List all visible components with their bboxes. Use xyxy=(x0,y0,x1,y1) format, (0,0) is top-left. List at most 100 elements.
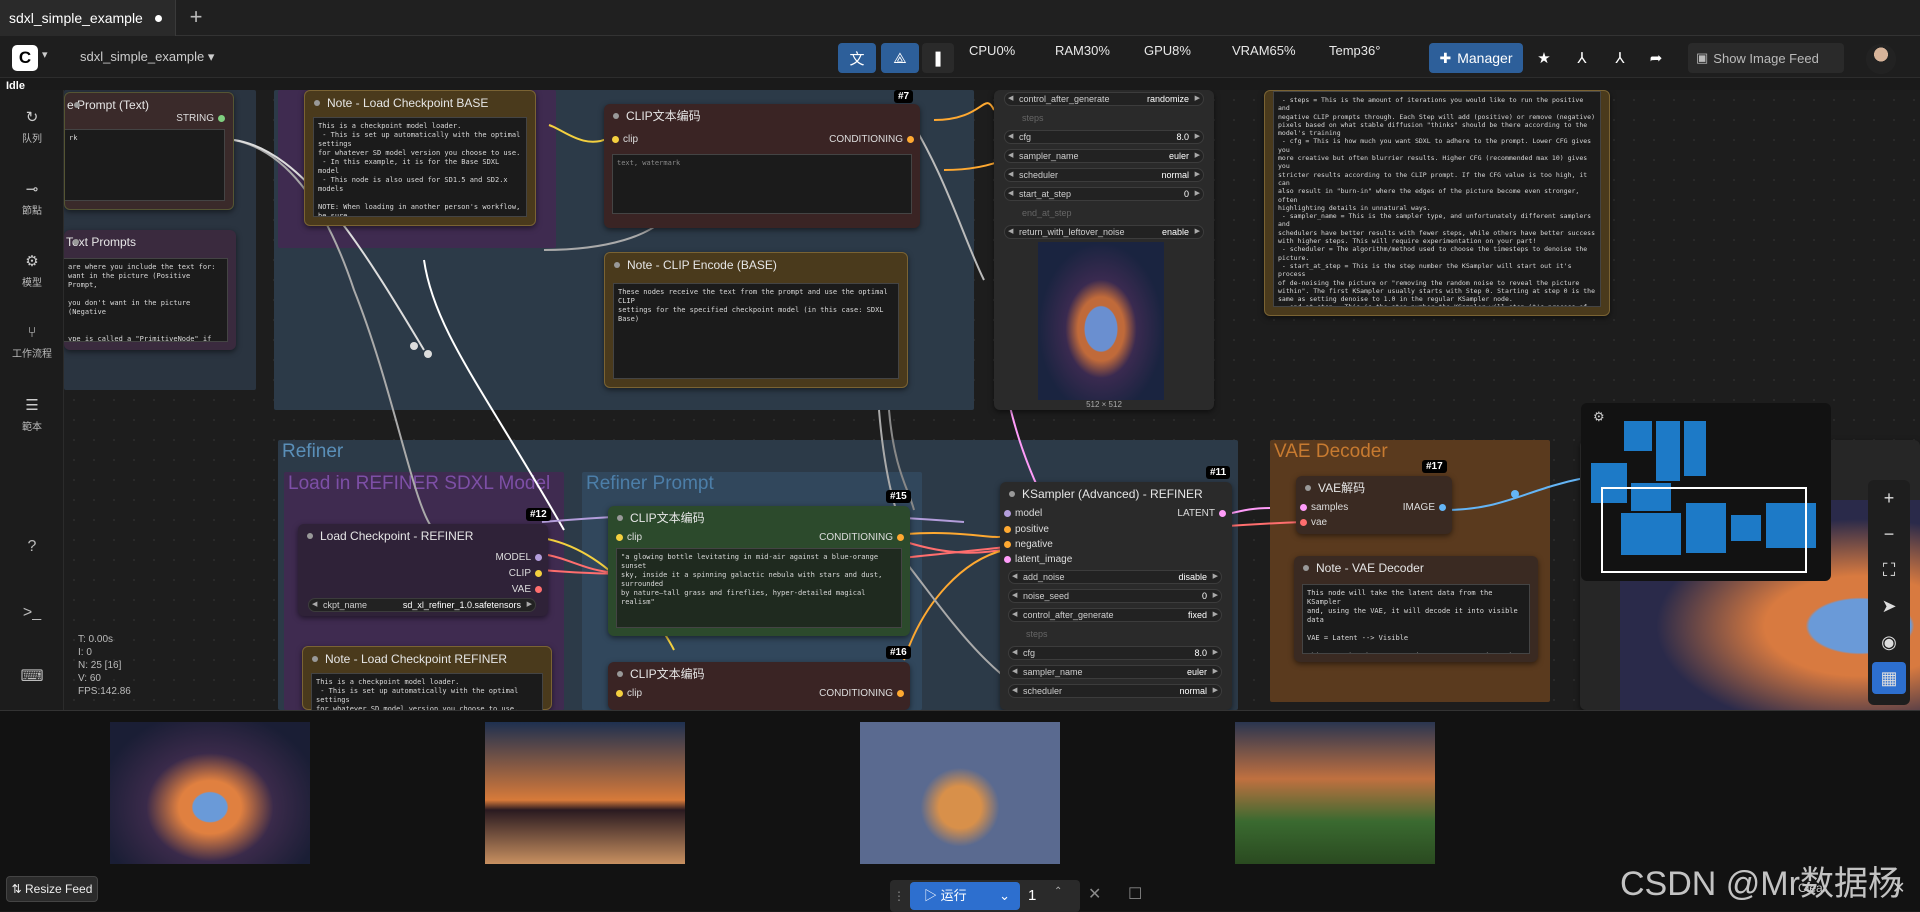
load-checkpoint-refiner[interactable]: Load Checkpoint - REFINER MODEL CLIP VAE… xyxy=(298,524,548,616)
stop-icon[interactable]: ☐ xyxy=(1128,884,1142,904)
translate-icon[interactable]: 文 xyxy=(838,43,876,73)
input-clip[interactable]: clip xyxy=(608,134,638,145)
graph-icon[interactable]: ⟁ xyxy=(881,43,919,73)
run-button[interactable]: ▷ 运行 ⌄ xyxy=(910,882,1020,910)
vae-decode-node[interactable]: VAE解码 samples vae IMAGE xyxy=(1296,476,1452,534)
lambda-icon[interactable]: ⅄ xyxy=(1566,43,1598,73)
input-samples[interactable]: samples xyxy=(1296,502,1348,513)
drag-handle-icon[interactable]: ⋮ xyxy=(890,880,908,912)
keyboard-icon[interactable]: ⌨ xyxy=(0,666,64,686)
comfy-logo[interactable]: C xyxy=(12,45,38,71)
output-conditioning[interactable]: CONDITIONING xyxy=(819,688,908,699)
zoom-in-icon[interactable]: + xyxy=(1872,482,1906,514)
minimap-viewport[interactable] xyxy=(1601,487,1807,573)
note-checkpoint-refiner[interactable]: Note - Load Checkpoint REFINER This is a… xyxy=(302,646,552,710)
chevron-down-icon[interactable]: ⌄ xyxy=(999,882,1010,910)
note-vae-decoder[interactable]: Note - VAE Decoder This node will take t… xyxy=(1294,556,1538,662)
lambda-alt-icon[interactable]: ⅄ xyxy=(1604,43,1636,73)
control-after-generate-widget[interactable]: control_after_generate fixed xyxy=(1008,608,1222,622)
feed-thumbnail[interactable] xyxy=(1235,722,1435,864)
output-model[interactable]: MODEL xyxy=(495,552,546,563)
graph-canvas[interactable]: Refiner Load in REFINER SDXL Model Refin… xyxy=(64,90,1920,710)
output-conditioning[interactable]: CONDITIONING xyxy=(829,134,918,145)
ksampler-base[interactable]: control_after_generate randomize steps cf… xyxy=(994,90,1214,410)
eye-icon[interactable]: ◉ xyxy=(1872,626,1906,658)
input-model[interactable]: model xyxy=(1000,508,1042,519)
minimap[interactable]: ⚙ xyxy=(1581,403,1831,581)
sidebar-item-templates[interactable]: ☰ 範本 xyxy=(0,396,64,433)
note-text[interactable]: This is a checkpoint model loader. - Thi… xyxy=(311,673,543,710)
workflow-name-menu[interactable]: sdxl_simple_example ▾ xyxy=(80,49,214,65)
input-latent-image[interactable]: latent_image xyxy=(1000,554,1072,565)
sidebar-item-workflows[interactable]: ⑂ 工作流程 xyxy=(0,324,64,360)
new-tab-button[interactable]: + xyxy=(184,6,208,30)
feed-thumbnail[interactable] xyxy=(485,722,685,864)
show-image-feed-button[interactable]: ▣ Show Image Feed xyxy=(1688,43,1844,73)
feed-thumbnail[interactable] xyxy=(110,722,310,864)
clip-text-encode-refiner-positive[interactable]: CLIP文本编码 clip CONDITIONING "a glowing bo… xyxy=(608,506,910,636)
clip-textarea[interactable]: "a glowing bottle levitating in mid-air … xyxy=(616,548,902,628)
minimap-toggle-icon[interactable]: ▦ xyxy=(1872,662,1906,694)
share-icon[interactable]: ➦ xyxy=(1640,43,1672,73)
clip-text-encode-refiner-negative[interactable]: CLIP文本编码 clip CONDITIONING xyxy=(608,662,910,710)
output-latent[interactable]: LATENT xyxy=(1177,508,1230,519)
note-text[interactable]: - steps = This is the amount of iteratio… xyxy=(1273,91,1601,307)
input-clip[interactable]: clip xyxy=(612,688,642,699)
output-conditioning[interactable]: CONDITIONING xyxy=(819,532,908,543)
chevron-down-icon[interactable]: ▾ xyxy=(42,48,48,61)
output-clip[interactable]: CLIP xyxy=(509,568,546,579)
terminal-icon[interactable]: >_ xyxy=(0,604,64,622)
sidebar-item-models[interactable]: ⚙ 模型 xyxy=(0,252,64,289)
resize-feed-button[interactable]: ⇅ Resize Feed xyxy=(6,876,98,902)
note-checkpoint-base[interactable]: Note - Load Checkpoint BASE This is a ch… xyxy=(304,90,536,226)
return-leftover-noise-widget[interactable]: return_with_leftover_noise enable xyxy=(1004,225,1204,239)
ckpt-name-widget[interactable]: ckpt_name sd_xl_refiner_1.0.safetensors xyxy=(308,598,536,612)
note-text[interactable]: This node will take the latent data from… xyxy=(1302,584,1530,654)
help-icon[interactable]: ? xyxy=(0,538,64,556)
star-icon[interactable]: ★ xyxy=(1528,43,1560,73)
control-after-generate-widget[interactable]: control_after_generate randomize xyxy=(1004,92,1204,106)
note-ksampler[interactable]: - steps = This is the amount of iteratio… xyxy=(1264,90,1610,316)
output-image[interactable]: IMAGE xyxy=(1403,502,1450,513)
output-string[interactable]: STRING xyxy=(176,113,229,124)
feed-thumbnail[interactable] xyxy=(860,722,1060,864)
start-at-step-widget[interactable]: start_at_step 0 xyxy=(1004,187,1204,201)
output-vae[interactable]: VAE xyxy=(512,584,546,595)
prompt-textarea[interactable]: rk xyxy=(65,129,225,201)
input-negative[interactable]: negative xyxy=(1000,539,1053,550)
sampler-name-widget[interactable]: sampler_name euler xyxy=(1004,149,1204,163)
sidebar-item-nodes[interactable]: ⊸ 節點 xyxy=(0,180,64,217)
noise-seed-widget[interactable]: noise_seed 0 xyxy=(1008,589,1222,603)
avatar[interactable] xyxy=(1866,44,1896,74)
close-icon[interactable]: ✕ xyxy=(1892,878,1905,898)
note-text[interactable]: These nodes receive the text from the pr… xyxy=(613,283,899,379)
sampler-name-widget[interactable]: sampler_name euler xyxy=(1008,665,1222,679)
workflow-tab[interactable]: sdxl_simple_example xyxy=(0,0,176,36)
cfg-widget[interactable]: cfg 8.0 xyxy=(1008,646,1222,660)
zoom-out-icon[interactable]: − xyxy=(1872,518,1906,550)
prompt-text-node[interactable]: e Prompt (Text) STRING rk xyxy=(64,92,234,210)
fit-view-icon[interactable]: ⛶ xyxy=(1872,554,1906,586)
note-text[interactable]: This is a checkpoint model loader. - Thi… xyxy=(313,117,527,217)
sidebar-item-queue[interactable]: ↻ 队列 xyxy=(0,108,64,145)
input-vae[interactable]: vae xyxy=(1296,517,1327,528)
cancel-icon[interactable]: ✕ xyxy=(1088,884,1101,904)
ksampler-advanced-refiner[interactable]: KSampler (Advanced) - REFINER model posi… xyxy=(1000,482,1232,710)
note-text[interactable]: are where you include the text for: want… xyxy=(64,258,228,342)
batch-count-input[interactable]: 1 ⌃ xyxy=(1028,884,1068,908)
text-prompts-note[interactable]: Text Prompts are where you include the t… xyxy=(64,230,236,350)
bookmark-icon[interactable]: ❚ xyxy=(922,43,954,73)
scheduler-widget[interactable]: scheduler normal xyxy=(1008,684,1222,698)
clip-textarea[interactable]: text, watermark xyxy=(612,154,912,214)
clip-text-encode-base[interactable]: CLIP文本编码 clip CONDITIONING text, waterma… xyxy=(604,104,920,228)
input-clip[interactable]: clip xyxy=(612,532,642,543)
cfg-widget[interactable]: cfg 8.0 xyxy=(1004,130,1204,144)
clear-feed-button[interactable]: Clear xyxy=(1798,881,1827,895)
add-noise-widget[interactable]: add_noise disable xyxy=(1008,570,1222,584)
note-clip-encode-base[interactable]: Note - CLIP Encode (BASE) These nodes re… xyxy=(604,252,908,388)
minimap-settings-icon[interactable]: ⚙ xyxy=(1593,409,1605,425)
scheduler-widget[interactable]: scheduler normal xyxy=(1004,168,1204,182)
select-pointer-icon[interactable]: ➤ xyxy=(1872,590,1906,622)
manager-button[interactable]: ✚ Manager xyxy=(1429,43,1523,73)
stepper-icon[interactable]: ⌃ xyxy=(1054,880,1062,904)
